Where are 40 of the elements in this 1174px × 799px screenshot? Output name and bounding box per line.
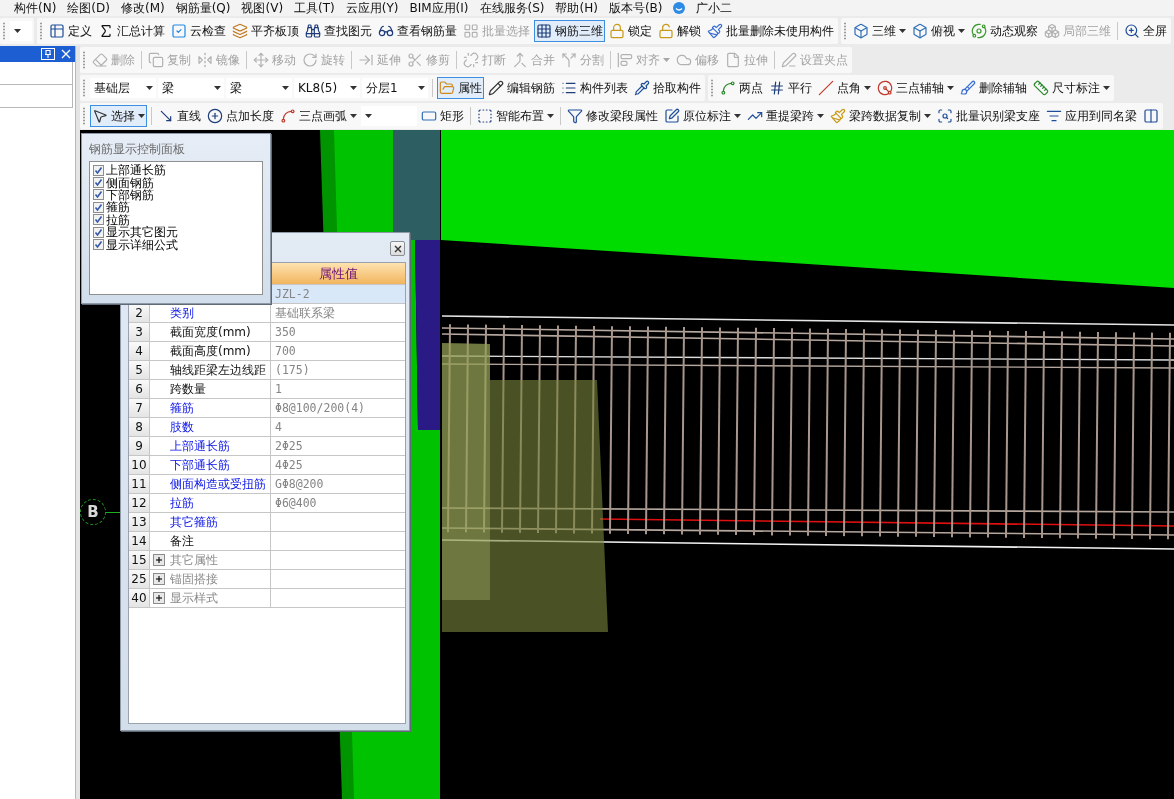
property-name: 其它箍筋 xyxy=(170,513,218,531)
option-label: 侧面钢筋 xyxy=(106,176,154,189)
row-number: 10 xyxy=(129,456,150,475)
property-name: 类别 xyxy=(170,304,194,322)
column-header: 属性值 xyxy=(271,263,405,285)
property-name: 截面高度(mm) xyxy=(170,342,251,360)
property-name: 其它属性 xyxy=(170,551,218,569)
property-name: 截面宽度(mm) xyxy=(170,323,251,341)
row-number: 14 xyxy=(129,532,150,551)
row-number: 5 xyxy=(129,361,150,380)
option-label: 显示详细公式 xyxy=(106,238,178,251)
property-name: 备注 xyxy=(170,532,194,550)
property-name: 拉筋 xyxy=(170,494,194,512)
option-label: 显示其它图元 xyxy=(106,226,178,239)
property-name: 跨数量 xyxy=(170,380,206,398)
property-name: 显示样式 xyxy=(170,589,218,607)
option-label: 上部通长筋 xyxy=(106,164,166,177)
property-name: 锚固搭接 xyxy=(170,570,218,588)
row-number: 4 xyxy=(129,342,150,361)
property-name: 侧面构造或受扭筋 xyxy=(170,475,266,493)
property-name: 上部通长筋 xyxy=(170,437,230,455)
property-name: 轴线距梁左边线距 xyxy=(170,361,266,379)
row-number: 40 xyxy=(129,589,150,608)
panel-title: 钢筋显示控制面板 xyxy=(89,141,186,157)
row-number: 12 xyxy=(129,494,150,513)
row-number: 6 xyxy=(129,380,150,399)
row-number: 15 xyxy=(129,551,150,570)
row-number: 8 xyxy=(129,418,150,437)
row-number: 11 xyxy=(129,475,150,494)
option-label: 箍筋 xyxy=(106,201,130,214)
row-number: 7 xyxy=(129,399,150,418)
option-label: 下部钢筋 xyxy=(106,188,154,201)
option-label: 拉筋 xyxy=(106,213,130,226)
row-number: 25 xyxy=(129,570,150,589)
row-number: 3 xyxy=(129,323,150,342)
row-number: 9 xyxy=(129,437,150,456)
property-name: 下部通长筋 xyxy=(170,456,230,474)
property-name: 肢数 xyxy=(170,418,194,436)
property-name: 箍筋 xyxy=(170,399,194,417)
row-number: 13 xyxy=(129,513,150,532)
